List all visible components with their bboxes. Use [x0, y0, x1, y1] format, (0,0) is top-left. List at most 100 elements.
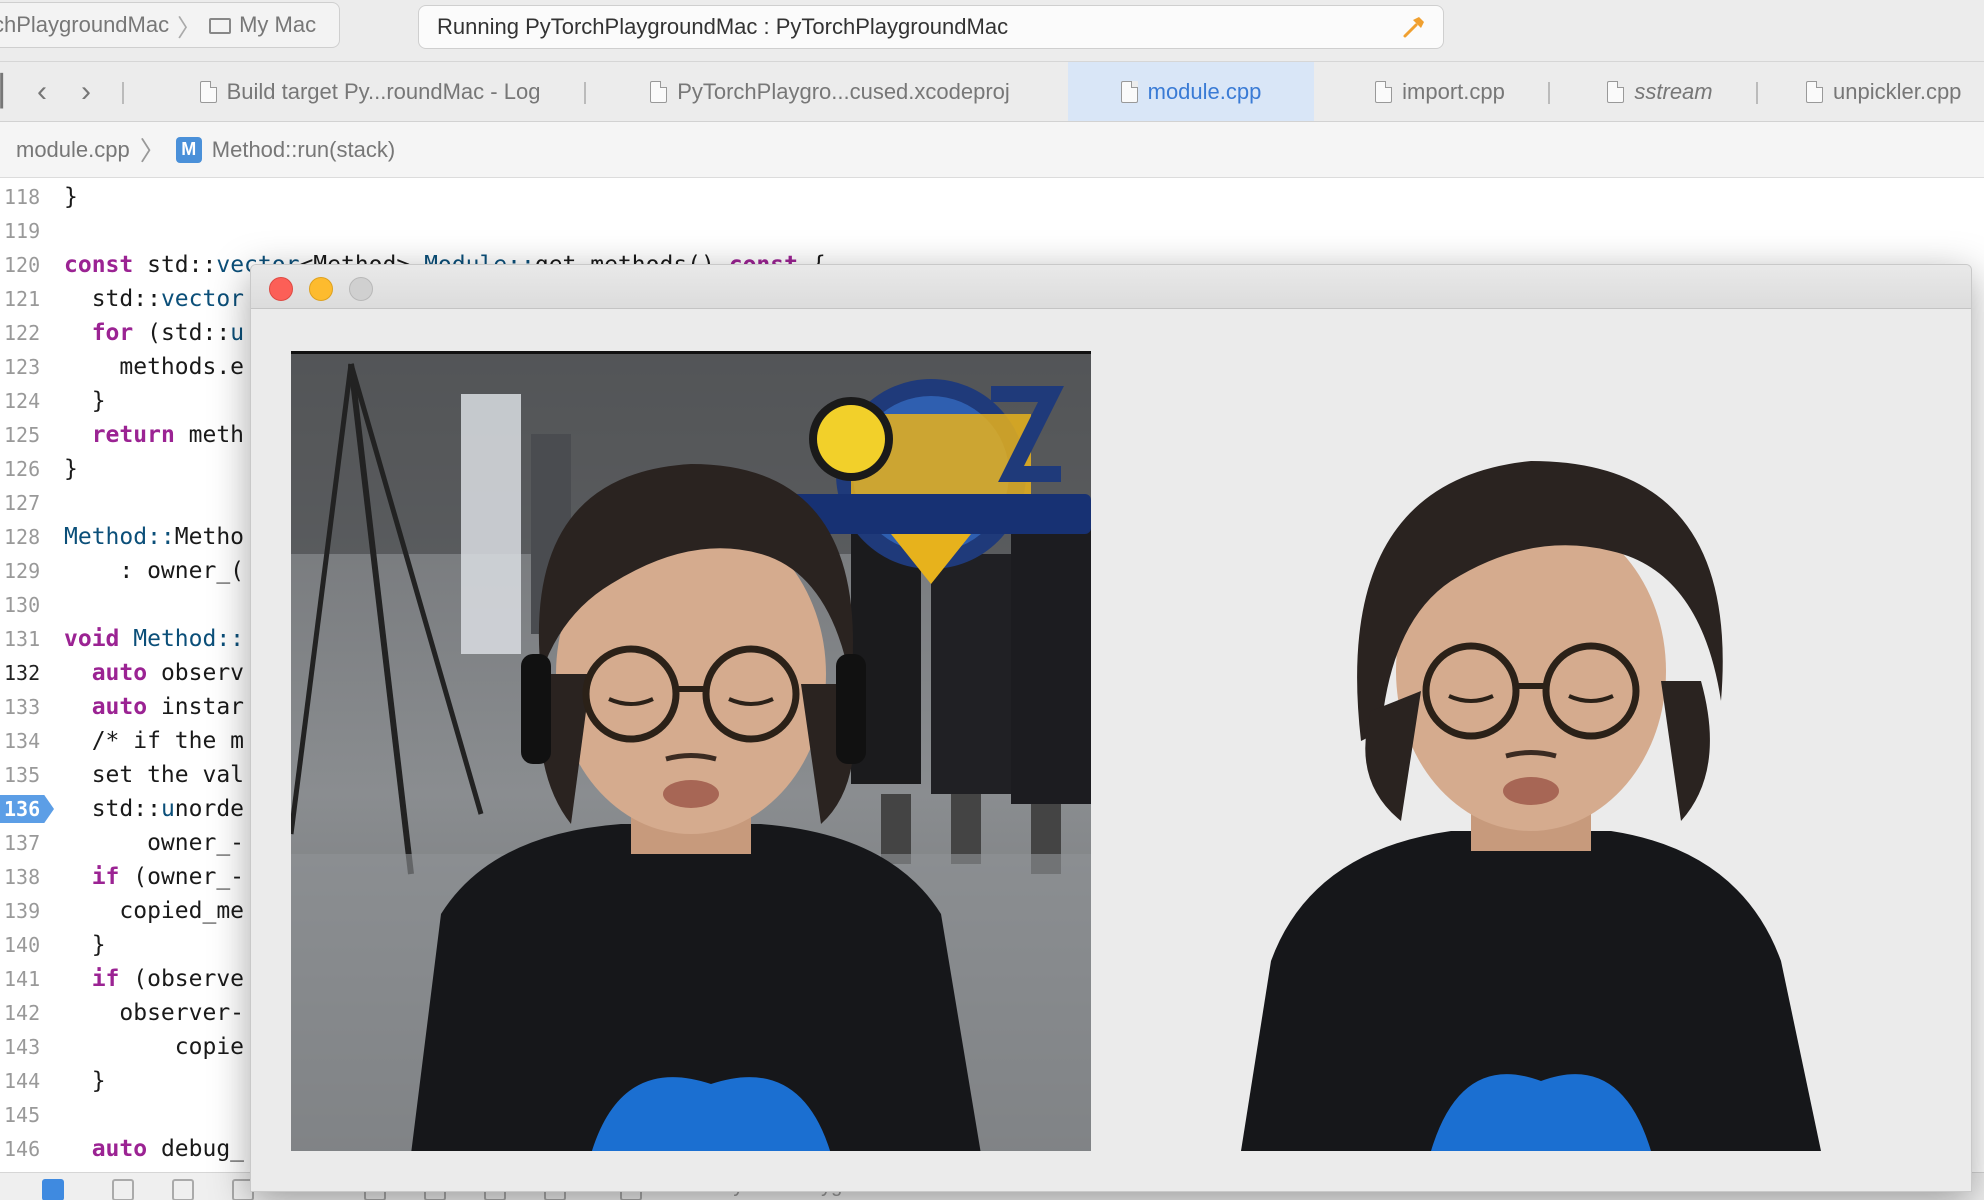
grid-icon[interactable]: ▏	[0, 77, 24, 107]
line-number[interactable]: 130	[0, 588, 44, 622]
original-image-drawing	[291, 354, 1091, 1151]
line-number[interactable]: 133	[0, 690, 44, 724]
code-text: std::unorde	[64, 796, 245, 822]
line-number[interactable]: 122	[0, 316, 44, 350]
segmented-image	[1181, 351, 1971, 1151]
cpp-file-icon	[1120, 80, 1138, 103]
line-number[interactable]: 126	[0, 452, 44, 486]
line-number[interactable]: 136	[0, 792, 44, 826]
line-number[interactable]: 123	[0, 350, 44, 384]
document-icon	[650, 80, 668, 103]
segmented-image-drawing	[1241, 461, 1821, 1151]
original-image	[291, 351, 1091, 1151]
line-number[interactable]: 124	[0, 384, 44, 418]
code-line[interactable]: 118}	[0, 180, 1984, 214]
cpp-file-icon	[1375, 80, 1393, 103]
code-text: void Method::	[64, 626, 245, 652]
document-icon	[199, 80, 217, 103]
code-text: /* if the m	[64, 728, 245, 754]
code-text: return meth	[91, 422, 245, 448]
tab-label: unpickler.cpp	[1833, 78, 1962, 104]
code-text: }	[64, 1068, 106, 1094]
code-text: if (observe	[91, 966, 245, 992]
scheme-destination-label: My Mac	[239, 12, 317, 37]
cpp-file-icon	[1806, 80, 1823, 103]
code-text: set the val	[64, 762, 245, 788]
tab-unpickler-cpp[interactable]: unpickler.cpp	[1790, 62, 1984, 121]
line-number[interactable]: 135	[0, 758, 44, 792]
activity-status: Running PyTorchPlaygroundMac : PyTorchPl…	[418, 5, 1444, 49]
code-text: auto instar	[91, 694, 245, 720]
line-number[interactable]: 146	[0, 1132, 44, 1166]
code-text: copie	[64, 1034, 245, 1060]
jumpbar-file[interactable]: module.cpp	[16, 137, 130, 163]
code-text: : owner_(	[64, 558, 245, 584]
line-number[interactable]: 119	[0, 214, 44, 248]
code-text: auto observ	[91, 660, 245, 686]
line-number[interactable]: 129	[0, 554, 44, 588]
line-number[interactable]: 144	[0, 1064, 44, 1098]
code-text: methods.e	[64, 354, 245, 380]
line-number[interactable]: 127	[0, 486, 44, 520]
cpp-file-icon	[1607, 80, 1625, 103]
line-number[interactable]: 137	[0, 826, 44, 860]
tab-label: module.cpp	[1147, 78, 1262, 104]
code-text: Method::Metho	[64, 524, 245, 550]
code-text: copied_me	[64, 898, 245, 924]
method-badge-icon: M	[175, 136, 202, 163]
line-number[interactable]: 134	[0, 724, 44, 758]
close-window-button[interactable]	[269, 277, 293, 301]
code-text: }	[64, 932, 106, 958]
code-line[interactable]: 119	[0, 214, 1984, 248]
code-text: std::vector	[64, 286, 245, 312]
mac-icon	[209, 18, 232, 34]
breakpoints-toggle-icon[interactable]	[42, 1179, 64, 1200]
line-number[interactable]: 142	[0, 996, 44, 1030]
toolbar: chPlaygroundMac 〉 My Mac Running PyTorch…	[0, 0, 1984, 62]
step-over-icon[interactable]	[172, 1179, 194, 1200]
tab-label: PyTorchPlaygro...cused.xcodeproj	[677, 78, 1010, 104]
chevron-right-icon: 〉	[177, 14, 202, 42]
line-number[interactable]: 141	[0, 962, 44, 996]
tab-bar: ▏ ‹ › Build target Py...roundMac - Log P…	[0, 62, 1984, 122]
status-text: Running PyTorchPlaygroundMac : PyTorchPl…	[437, 14, 1009, 39]
line-number[interactable]: 145	[0, 1098, 44, 1132]
line-number[interactable]: 138	[0, 860, 44, 894]
line-number[interactable]: 131	[0, 622, 44, 656]
line-number[interactable]: 140	[0, 928, 44, 962]
tab-build-log[interactable]: Build target Py...roundMac - Log	[160, 62, 580, 121]
line-number[interactable]: 118	[0, 180, 44, 214]
line-number[interactable]: 121	[0, 282, 44, 316]
code-text: }	[64, 456, 78, 482]
tab-module-cpp[interactable]: module.cpp	[1068, 62, 1314, 121]
scheme-selector[interactable]: chPlaygroundMac 〉 My Mac	[0, 2, 340, 48]
line-number[interactable]: 139	[0, 894, 44, 928]
line-number[interactable]: 132	[0, 656, 44, 690]
jumpbar-symbol[interactable]: Method::run(stack)	[212, 137, 395, 163]
code-text: }	[64, 388, 106, 414]
forward-icon[interactable]: ›	[74, 77, 98, 107]
back-icon[interactable]: ‹	[30, 77, 54, 107]
tab-sstream[interactable]: sstream	[1580, 62, 1740, 121]
tab-import-cpp[interactable]: import.cpp	[1340, 62, 1540, 121]
output-window[interactable]	[250, 264, 1972, 1192]
line-number[interactable]: 120	[0, 248, 44, 282]
tab-label: import.cpp	[1402, 78, 1505, 104]
pause-icon[interactable]	[112, 1179, 134, 1200]
tab-label: sstream	[1634, 78, 1713, 104]
line-number[interactable]: 143	[0, 1030, 44, 1064]
minimize-window-button[interactable]	[309, 277, 333, 301]
zoom-window-button[interactable]	[349, 277, 373, 301]
code-text: auto debug_	[91, 1136, 245, 1162]
code-text: }	[64, 184, 78, 210]
code-text: if (owner_-	[91, 864, 245, 890]
line-number[interactable]: 128	[0, 520, 44, 554]
tab-xcodeproj[interactable]: PyTorchPlaygro...cused.xcodeproj	[620, 62, 1040, 121]
divider	[1548, 82, 1550, 104]
window-titlebar[interactable]	[251, 265, 1971, 309]
divider	[1756, 82, 1758, 104]
chevron-right-icon: 〉	[139, 136, 166, 166]
scheme-project-label: chPlaygroundMac	[0, 12, 170, 37]
divider	[122, 82, 124, 104]
line-number[interactable]: 125	[0, 418, 44, 452]
